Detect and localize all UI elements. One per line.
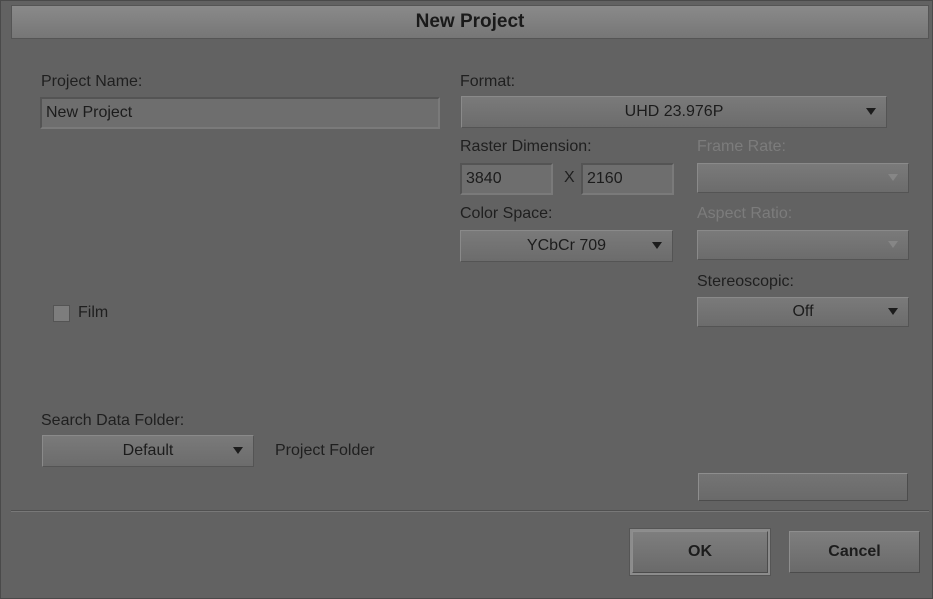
aspect-ratio-label: Aspect Ratio: bbox=[697, 205, 793, 222]
format-value: UHD 23.976P bbox=[624, 103, 724, 120]
dialog-title: New Project bbox=[11, 5, 929, 39]
raster-height-input[interactable]: 2160 bbox=[581, 163, 674, 195]
chevron-down-icon bbox=[888, 174, 898, 181]
raster-width-input[interactable]: 3840 bbox=[460, 163, 553, 195]
search-data-folder-value: Default bbox=[122, 442, 174, 459]
project-folder-text: Project Folder bbox=[275, 442, 375, 459]
chevron-down-icon bbox=[866, 108, 876, 115]
film-label: Film bbox=[78, 304, 109, 321]
chevron-down-icon bbox=[888, 241, 898, 248]
search-data-folder-label: Search Data Folder: bbox=[41, 412, 185, 429]
chevron-down-icon bbox=[652, 242, 662, 249]
raster-dimension-label: Raster Dimension: bbox=[460, 138, 592, 155]
film-checkbox[interactable] bbox=[53, 305, 70, 322]
chevron-down-icon bbox=[233, 447, 243, 454]
raster-separator: X bbox=[564, 169, 575, 186]
format-label: Format: bbox=[460, 73, 516, 90]
disabled-action-button[interactable] bbox=[698, 473, 908, 501]
project-name-label: Project Name: bbox=[41, 73, 143, 90]
stereoscopic-label: Stereoscopic: bbox=[697, 273, 794, 290]
new-project-dialog: New Project Project Name: New Project Fo… bbox=[0, 0, 933, 599]
chevron-down-icon bbox=[888, 308, 898, 315]
stereoscopic-value: Off bbox=[792, 303, 814, 320]
color-space-dropdown[interactable]: YCbCr 709 bbox=[460, 230, 673, 262]
cancel-button[interactable]: Cancel bbox=[789, 531, 920, 573]
format-dropdown[interactable]: UHD 23.976P bbox=[461, 96, 887, 128]
color-space-label: Color Space: bbox=[460, 205, 553, 222]
stereoscopic-dropdown[interactable]: Off bbox=[697, 297, 909, 327]
aspect-ratio-dropdown[interactable] bbox=[697, 230, 909, 260]
ok-button[interactable]: OK bbox=[632, 531, 768, 573]
dialog-divider bbox=[11, 510, 929, 512]
color-space-value: YCbCr 709 bbox=[526, 237, 607, 254]
project-name-input[interactable]: New Project bbox=[40, 97, 440, 129]
frame-rate-label: Frame Rate: bbox=[697, 138, 786, 155]
frame-rate-dropdown[interactable] bbox=[697, 163, 909, 193]
search-data-folder-dropdown[interactable]: Default bbox=[42, 435, 254, 467]
